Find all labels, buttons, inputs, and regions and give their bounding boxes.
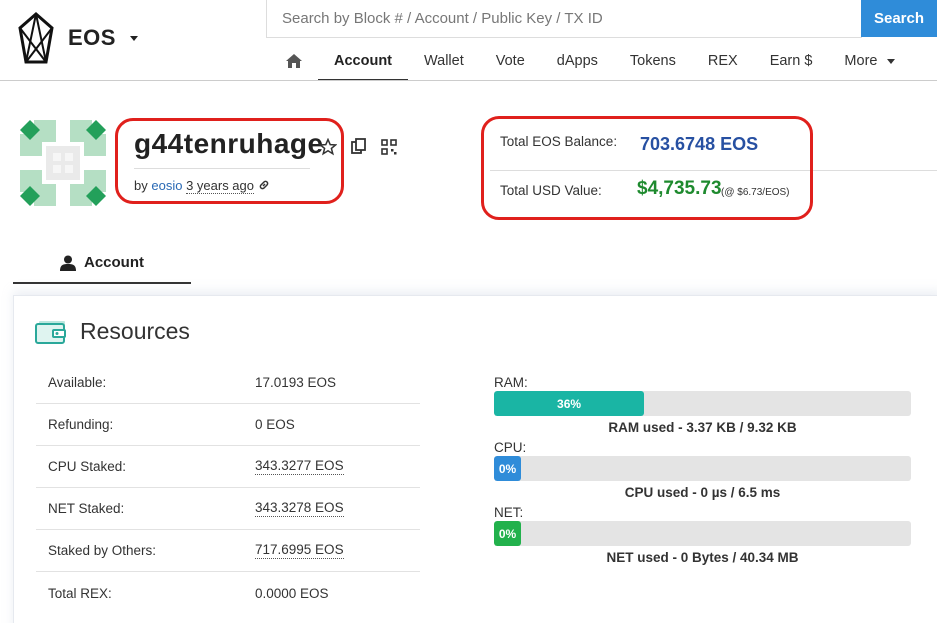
chevron-down-icon bbox=[887, 58, 896, 64]
ram-meter: 36% bbox=[494, 391, 911, 416]
nav-earn[interactable]: Earn $ bbox=[754, 42, 829, 80]
search-input[interactable] bbox=[266, 0, 862, 38]
resources-table: Available: 17.0193 EOS Refunding: 0 EOS … bbox=[36, 362, 420, 614]
search-button[interactable]: Search bbox=[861, 0, 937, 37]
cpu-meter-fill: 0% bbox=[494, 456, 522, 481]
net-percent: 0% bbox=[498, 526, 517, 541]
copy-icon[interactable] bbox=[350, 138, 368, 156]
account-identicon bbox=[20, 120, 106, 206]
nav-vote[interactable]: Vote bbox=[480, 42, 541, 80]
ram-percent: 36% bbox=[557, 396, 582, 411]
cpu-label: CPU: bbox=[494, 440, 527, 455]
net-meter: 0% bbox=[494, 521, 911, 546]
resource-value[interactable]: 343.3277 EOS bbox=[255, 458, 344, 475]
resource-label: NET Staked: bbox=[48, 501, 125, 516]
tab-account-label: Account bbox=[84, 254, 144, 271]
header-divider bbox=[0, 80, 937, 81]
resource-value: 0.0000 EOS bbox=[255, 585, 329, 601]
resource-row-net-staked: NET Staked: 343.3278 EOS bbox=[36, 488, 420, 530]
resource-label: Available: bbox=[48, 375, 107, 390]
ram-meter-fill: 36% bbox=[494, 391, 645, 416]
balance-highlight bbox=[481, 116, 813, 220]
resource-label: Staked by Others: bbox=[48, 543, 157, 558]
ram-label: RAM: bbox=[494, 375, 528, 390]
ram-usage-note: RAM used - 3.37 KB / 9.32 KB bbox=[608, 420, 797, 435]
resource-label: CPU Staked: bbox=[48, 459, 127, 474]
resource-value: 0 EOS bbox=[255, 417, 295, 432]
resource-label: Total REX: bbox=[48, 585, 112, 601]
net-meter-fill: 0% bbox=[494, 521, 522, 546]
resource-row-available: Available: 17.0193 EOS bbox=[36, 362, 420, 404]
resource-value[interactable]: 343.3278 EOS bbox=[255, 500, 344, 517]
chevron-down-icon bbox=[129, 35, 138, 41]
brand-selector[interactable]: EOS bbox=[16, 10, 138, 66]
resources-title: Resources bbox=[80, 318, 190, 344]
resource-row-cpu-staked: CPU Staked: 343.3277 EOS bbox=[36, 446, 420, 488]
net-label: NET: bbox=[494, 505, 524, 520]
nav-more[interactable]: More bbox=[828, 42, 911, 80]
home-icon bbox=[286, 54, 302, 68]
resource-label: Refunding: bbox=[48, 417, 114, 432]
cpu-percent: 0% bbox=[498, 461, 517, 476]
nav-rex[interactable]: REX bbox=[692, 42, 754, 80]
nav-more-label: More bbox=[844, 53, 878, 69]
net-usage-note: NET used - 0 Bytes / 40.34 MB bbox=[606, 550, 799, 565]
cpu-usage-note: CPU used - 0 µs / 6.5 ms bbox=[624, 485, 781, 500]
resource-row-refunding: Refunding: 0 EOS bbox=[36, 404, 420, 446]
nav-dapps[interactable]: dApps bbox=[541, 42, 614, 80]
wallet-icon bbox=[35, 321, 66, 344]
resource-value: 17.0193 EOS bbox=[255, 375, 337, 390]
main-nav: Account Wallet Vote dApps Tokens REX Ear… bbox=[270, 42, 911, 81]
resource-value[interactable]: 717.6995 EOS bbox=[255, 542, 344, 559]
resource-row-total-rex: Total REX: 0.0000 EOS bbox=[36, 572, 420, 614]
cpu-meter: 0% bbox=[494, 456, 911, 481]
tab-account[interactable]: Account bbox=[13, 243, 191, 284]
nav-tokens[interactable]: Tokens bbox=[614, 42, 692, 80]
brand-name: EOS bbox=[68, 25, 116, 50]
nav-home[interactable] bbox=[270, 42, 318, 80]
nav-wallet[interactable]: Wallet bbox=[408, 42, 480, 80]
eos-logo-icon bbox=[18, 12, 54, 64]
qr-code-icon[interactable] bbox=[380, 138, 398, 156]
user-icon bbox=[60, 255, 76, 271]
nav-account[interactable]: Account bbox=[318, 42, 408, 81]
account-name-highlight bbox=[115, 118, 344, 204]
resource-row-staked-by-others: Staked by Others: 717.6995 EOS bbox=[36, 530, 420, 572]
